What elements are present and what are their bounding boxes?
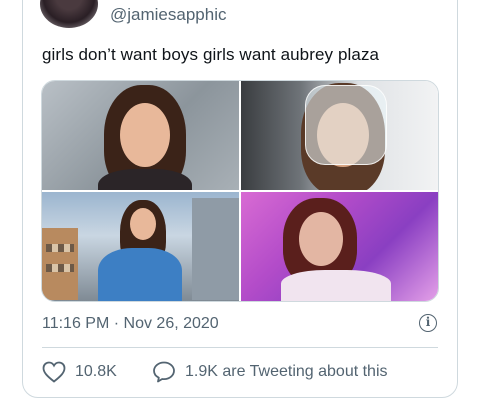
info-icon[interactable]: i (419, 314, 437, 332)
like-count: 10.8K (75, 363, 117, 380)
conversation-button[interactable]: 1.9K are Tweeting about this (152, 361, 388, 383)
photo-grid (41, 80, 439, 302)
tweet-timestamp[interactable]: 11:16 PM · Nov 26, 2020 (42, 315, 219, 333)
photo-4[interactable] (241, 192, 438, 301)
photo-3[interactable] (42, 192, 239, 301)
author-handle[interactable]: @jamiesapphic (110, 5, 226, 25)
divider (42, 347, 438, 348)
tweet-text: girls don’t want boys girls want aubrey … (42, 45, 380, 64)
photo-2[interactable] (241, 81, 438, 190)
heart-icon (42, 361, 66, 383)
like-button[interactable]: 10.8K (42, 361, 117, 383)
conversation-text: 1.9K are Tweeting about this (185, 363, 388, 380)
photo-1[interactable] (42, 81, 239, 190)
speech-bubble-icon (153, 361, 175, 383)
